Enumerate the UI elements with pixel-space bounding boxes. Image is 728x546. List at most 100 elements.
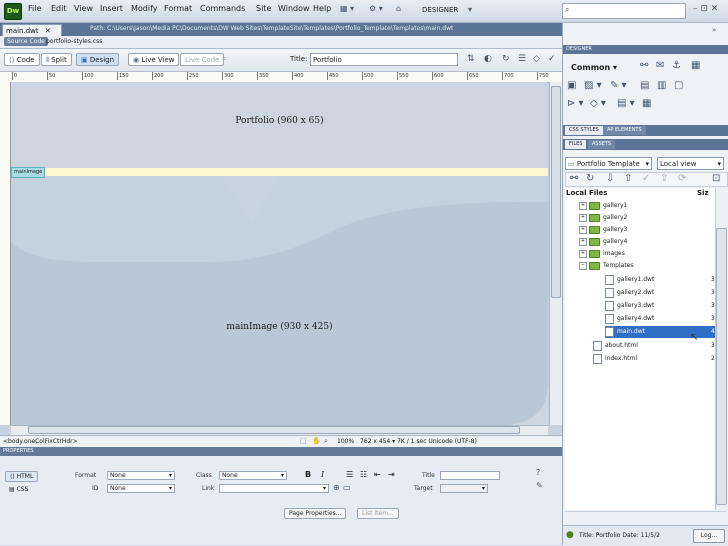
tag-selector[interactable]: <body.oneColFixCtrHdr> [3, 437, 78, 446]
insert-category-select[interactable]: Common ▾ [571, 63, 617, 72]
code-view-button[interactable]: ⟨⟩ Code [4, 53, 40, 66]
layout-icon[interactable]: ▦ ▾ [340, 4, 354, 13]
head-icon[interactable]: ⊳ ▾ [567, 98, 584, 109]
design-canvas[interactable]: Portfolio (960 x 65) mainImage mainImage… [11, 82, 548, 425]
tab-assets[interactable]: ASSETS [588, 140, 616, 149]
tree-item-gallery2[interactable]: + gallery2 [579, 212, 627, 224]
design-view-button[interactable]: ▣ Design [76, 53, 120, 66]
menu-site[interactable]: Site [256, 4, 271, 13]
chevron-down-icon[interactable]: ▾ [468, 5, 472, 14]
browse-folder-icon[interactable]: ▭ [343, 483, 351, 492]
point-to-file-icon[interactable]: ⊕ [333, 483, 340, 492]
canvas-horizontal-scroll-thumb[interactable] [28, 426, 520, 434]
ordered-list-icon[interactable]: ☷ [360, 470, 367, 479]
tag-chooser-icon[interactable]: ▦ [642, 98, 651, 109]
inspect-icon[interactable]: ⌗ [218, 53, 230, 66]
bold-button[interactable]: B [305, 470, 311, 479]
tree-item-index-html[interactable]: index.html2K [593, 353, 719, 365]
hand-tool-icon[interactable]: ✋ [312, 437, 321, 445]
tree-item-gallery1-dwt[interactable]: gallery1.dwt3K [605, 274, 719, 286]
target-select[interactable]: ▾ [440, 484, 488, 493]
visual-aids-icon[interactable]: ◇ [533, 54, 540, 64]
class-select[interactable]: None ▾ [219, 471, 287, 480]
comment-icon[interactable]: ▢ [674, 80, 683, 91]
tree-item-gallery3[interactable]: + gallery3 [579, 224, 627, 236]
files-horizontal-scrollbar[interactable] [565, 511, 726, 522]
editable-region-tag[interactable]: mainImage [11, 167, 46, 178]
tree-item-gallery3-dwt[interactable]: gallery3.dwt3K [605, 300, 719, 312]
log-button[interactable]: Log... [693, 529, 725, 543]
workspace-switcher[interactable]: DESIGNER [422, 6, 458, 14]
main-image-placeholder[interactable]: mainImage (930 x 425) [11, 322, 548, 332]
format-select[interactable]: None ▾ [107, 471, 175, 480]
put-files-icon[interactable]: ⇧ [624, 173, 632, 184]
outdent-icon[interactable]: ⇤ [374, 470, 381, 479]
tree-item-gallery2-dwt[interactable]: gallery2.dwt3K [605, 287, 719, 299]
preview-icon[interactable]: ◐ [484, 54, 492, 64]
expand-toggle-icon[interactable]: + [579, 249, 587, 258]
refresh-icon[interactable]: ↻ [502, 54, 510, 64]
live-view-button[interactable]: ◉ Live View [128, 53, 180, 66]
tree-item-main-dwt[interactable]: main.dwt4K [605, 326, 719, 338]
window-controls[interactable]: – ⊡ ✕ [693, 4, 718, 14]
indent-icon[interactable]: ⇥ [388, 470, 395, 479]
menu-modify[interactable]: Modify [131, 4, 158, 13]
expand-toggle-icon[interactable]: + [579, 237, 587, 246]
email-link-icon[interactable]: ✉ [656, 60, 664, 71]
validate-icon[interactable]: ✓ [548, 54, 556, 64]
sync-icon[interactable]: ⟳ [678, 173, 686, 184]
get-files-icon[interactable]: ⇩ [606, 173, 614, 184]
split-view-button[interactable]: ⫴ Split [41, 53, 72, 66]
properties-header[interactable]: PROPERTIES [0, 447, 562, 456]
view-select[interactable]: Local view ▾ [657, 157, 724, 170]
link-field[interactable]: ▾ [219, 484, 329, 493]
files-scroll-thumb[interactable] [716, 228, 727, 505]
local-files-header[interactable]: Local Files [566, 188, 607, 198]
tab-ap-elements[interactable]: AP ELEMENTS [603, 126, 646, 135]
panel-collapse-icon[interactable]: » [712, 26, 716, 34]
site-select[interactable]: ▭ Portfolio Template ▾ [565, 157, 652, 170]
css-mode-button[interactable]: ▤ CSS [5, 485, 32, 496]
menu-format[interactable]: Format [164, 4, 192, 13]
portfolio-placeholder[interactable]: Portfolio (960 x 65) [11, 116, 548, 126]
connect-icon[interactable]: ⚯ [570, 173, 578, 184]
templates-icon[interactable]: ▤ ▾ [617, 98, 635, 109]
tree-item-gallery4-dwt[interactable]: gallery4.dwt3K [605, 313, 719, 325]
media-icon[interactable]: ✎ ▾ [610, 80, 627, 91]
tree-item-gallery1[interactable]: + gallery1 [579, 200, 627, 212]
unordered-list-icon[interactable]: ☰ [346, 470, 353, 479]
menu-commands[interactable]: Commands [200, 4, 245, 13]
quick-tag-editor-icon[interactable]: ✎ [536, 481, 543, 490]
id-select[interactable]: None ▾ [107, 484, 175, 493]
list-item-button[interactable]: List Item... [357, 508, 399, 519]
tab-files[interactable]: FILES [565, 140, 587, 149]
tab-css-styles[interactable]: CSS STYLES [565, 126, 603, 135]
file-management-icon[interactable]: ⇅ [467, 54, 475, 64]
close-icon[interactable]: ✕ [45, 27, 51, 35]
site-icon[interactable]: ⌂ [396, 4, 401, 13]
date-icon[interactable]: ▤ [640, 80, 649, 91]
named-anchor-icon[interactable]: ⚓ [672, 60, 681, 71]
menu-help[interactable]: Help [313, 4, 331, 13]
tree-item-templates[interactable]: − Templates [579, 260, 634, 272]
menu-insert[interactable]: Insert [100, 4, 123, 13]
div-icon[interactable]: ▣ [567, 80, 576, 91]
size-header[interactable]: Siz [697, 188, 709, 198]
menu-edit[interactable]: Edit [51, 4, 67, 13]
menu-window[interactable]: Window [278, 4, 310, 13]
search-input[interactable]: ⌕ [562, 3, 686, 19]
refresh-icon[interactable]: ↻ [586, 173, 594, 184]
image-icon[interactable]: ▨ ▾ [584, 80, 602, 91]
extend-icon[interactable]: ⚙ ▾ [369, 4, 383, 13]
html-mode-button[interactable]: ⟨⟩ HTML [5, 471, 39, 482]
related-file-link[interactable]: portfolio-styles.css [46, 37, 102, 47]
expand-toggle-icon[interactable]: + [579, 201, 587, 210]
server-side-include-icon[interactable]: ▥ [657, 80, 666, 91]
canvas-vertical-scroll-thumb[interactable] [551, 86, 561, 298]
script-icon[interactable]: ◇ ▾ [590, 98, 606, 109]
tab-main-dwt[interactable]: main.dwt ✕ [2, 24, 62, 36]
source-code-button[interactable]: Source Code [4, 37, 48, 46]
check-out-icon[interactable]: ✓ [642, 173, 650, 184]
table-icon[interactable]: ▦ [691, 60, 700, 71]
insert-panel-header[interactable]: DESIGNER [563, 45, 728, 54]
